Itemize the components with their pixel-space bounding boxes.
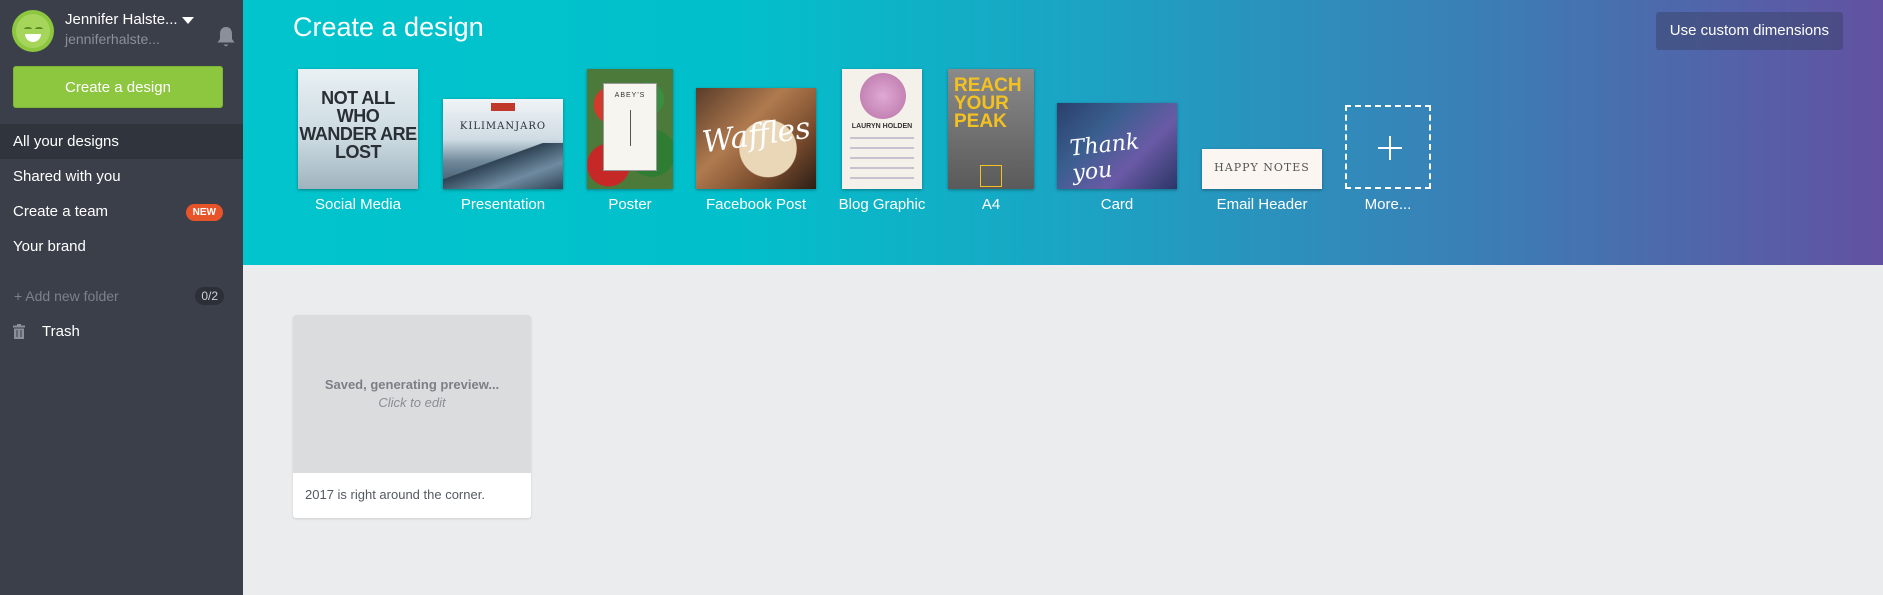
- blog-line: [850, 167, 914, 169]
- user-email: jenniferhalste...: [65, 31, 160, 47]
- folder-count-badge: 0/2: [195, 287, 224, 305]
- a4-square: [980, 165, 1002, 187]
- nav-label: Create a team: [13, 203, 109, 220]
- nav-your-brand[interactable]: Your brand: [0, 229, 243, 264]
- custom-dimensions-button[interactable]: Use custom dimensions: [1655, 12, 1843, 50]
- card-thumbnail[interactable]: Thank you: [1057, 103, 1177, 189]
- poster-card: ABEY'S: [603, 83, 657, 171]
- caret-down-icon[interactable]: [182, 17, 194, 24]
- poster-line: [630, 110, 631, 146]
- thumbnail-text: Waffles: [700, 110, 813, 161]
- blog-line: [850, 137, 914, 139]
- sidebar-nav: All your designs Shared with you Create …: [0, 124, 257, 264]
- avatar-mouth: [25, 34, 41, 42]
- trash-label: Trash: [42, 323, 80, 340]
- thumbnail-text: ABEY'S: [614, 92, 646, 99]
- design-type-label[interactable]: Card: [1101, 196, 1134, 213]
- design-title[interactable]: 2017 is right around the corner.: [305, 487, 485, 502]
- facebook-post-thumbnail[interactable]: Waffles: [696, 88, 816, 189]
- thumbnail-text: Thank you: [1068, 129, 1141, 187]
- blog-line: [850, 147, 914, 149]
- add-folder-button[interactable]: + Add new folder 0/2: [14, 285, 224, 307]
- blog-line: [850, 157, 914, 159]
- design-card[interactable]: Saved, generating preview... Click to ed…: [293, 315, 531, 518]
- thumbnail-text: REACH YOUR PEAK: [954, 75, 1022, 132]
- thumbnail-text: LAURYN HOLDEN: [851, 123, 913, 130]
- design-preview[interactable]: Saved, generating preview... Click to ed…: [293, 315, 531, 473]
- poster-thumbnail[interactable]: ABEY'S: [587, 69, 673, 189]
- avatar[interactable]: [12, 10, 54, 52]
- trash-icon: [13, 324, 25, 339]
- nav-create-team[interactable]: Create a team NEW: [0, 194, 243, 229]
- date-tag: [491, 103, 515, 111]
- design-type-label[interactable]: More...: [1365, 196, 1412, 213]
- design-type-label[interactable]: A4: [982, 196, 1000, 213]
- social-media-thumbnail[interactable]: NOT ALL WHO WANDER ARE LOST: [298, 69, 418, 189]
- blog-graphic-thumbnail[interactable]: LAURYN HOLDEN: [842, 69, 922, 189]
- nav-label: Shared with you: [13, 168, 121, 185]
- design-type-label[interactable]: Email Header: [1217, 196, 1308, 213]
- design-type-label[interactable]: Social Media: [315, 196, 401, 213]
- user-menu[interactable]: Jennifer Halste... jenniferhalste...: [12, 10, 235, 52]
- avatar-face: [16, 14, 50, 48]
- nav-label: All your designs: [13, 133, 119, 150]
- user-name[interactable]: Jennifer Halste...: [65, 11, 178, 28]
- new-badge: NEW: [185, 204, 223, 221]
- blog-photo-circle: [860, 73, 906, 119]
- page-title: Create a design: [293, 12, 484, 42]
- plus-icon: [1389, 136, 1391, 160]
- presentation-thumbnail[interactable]: KILIMANJARO: [443, 99, 563, 189]
- email-header-thumbnail[interactable]: HAPPY NOTES: [1202, 149, 1322, 189]
- nav-all-designs[interactable]: All your designs: [0, 124, 257, 159]
- create-design-header: Create a design Use custom dimensions NO…: [243, 0, 1883, 265]
- thumbnail-text: HAPPY NOTES: [1214, 161, 1310, 174]
- avatar-eye: [24, 27, 32, 31]
- design-type-label[interactable]: Facebook Post: [706, 196, 806, 213]
- design-type-label[interactable]: Presentation: [461, 196, 545, 213]
- blog-line: [850, 177, 914, 179]
- a4-thumbnail[interactable]: REACH YOUR PEAK: [948, 69, 1034, 189]
- design-type-label[interactable]: Blog Graphic: [839, 196, 926, 213]
- avatar-eye: [35, 27, 43, 31]
- nav-label: Your brand: [13, 238, 86, 255]
- create-design-button[interactable]: Create a design: [13, 66, 223, 108]
- mountain-shape: [443, 143, 563, 189]
- nav-shared-with-you[interactable]: Shared with you: [0, 159, 243, 194]
- click-to-edit-hint: Click to edit: [378, 395, 446, 410]
- preview-status: Saved, generating preview...: [324, 377, 500, 392]
- more-thumbnail[interactable]: [1345, 105, 1431, 189]
- thumbnail-text: NOT ALL WHO WANDER ARE LOST: [299, 88, 417, 162]
- bell-icon[interactable]: [215, 25, 237, 49]
- design-type-label[interactable]: Poster: [608, 196, 651, 213]
- sidebar: Jennifer Halste... jenniferhalste... Cre…: [0, 0, 257, 595]
- thumbnail-text: KILIMANJARO: [459, 121, 547, 132]
- add-folder-label: + Add new folder: [14, 288, 119, 304]
